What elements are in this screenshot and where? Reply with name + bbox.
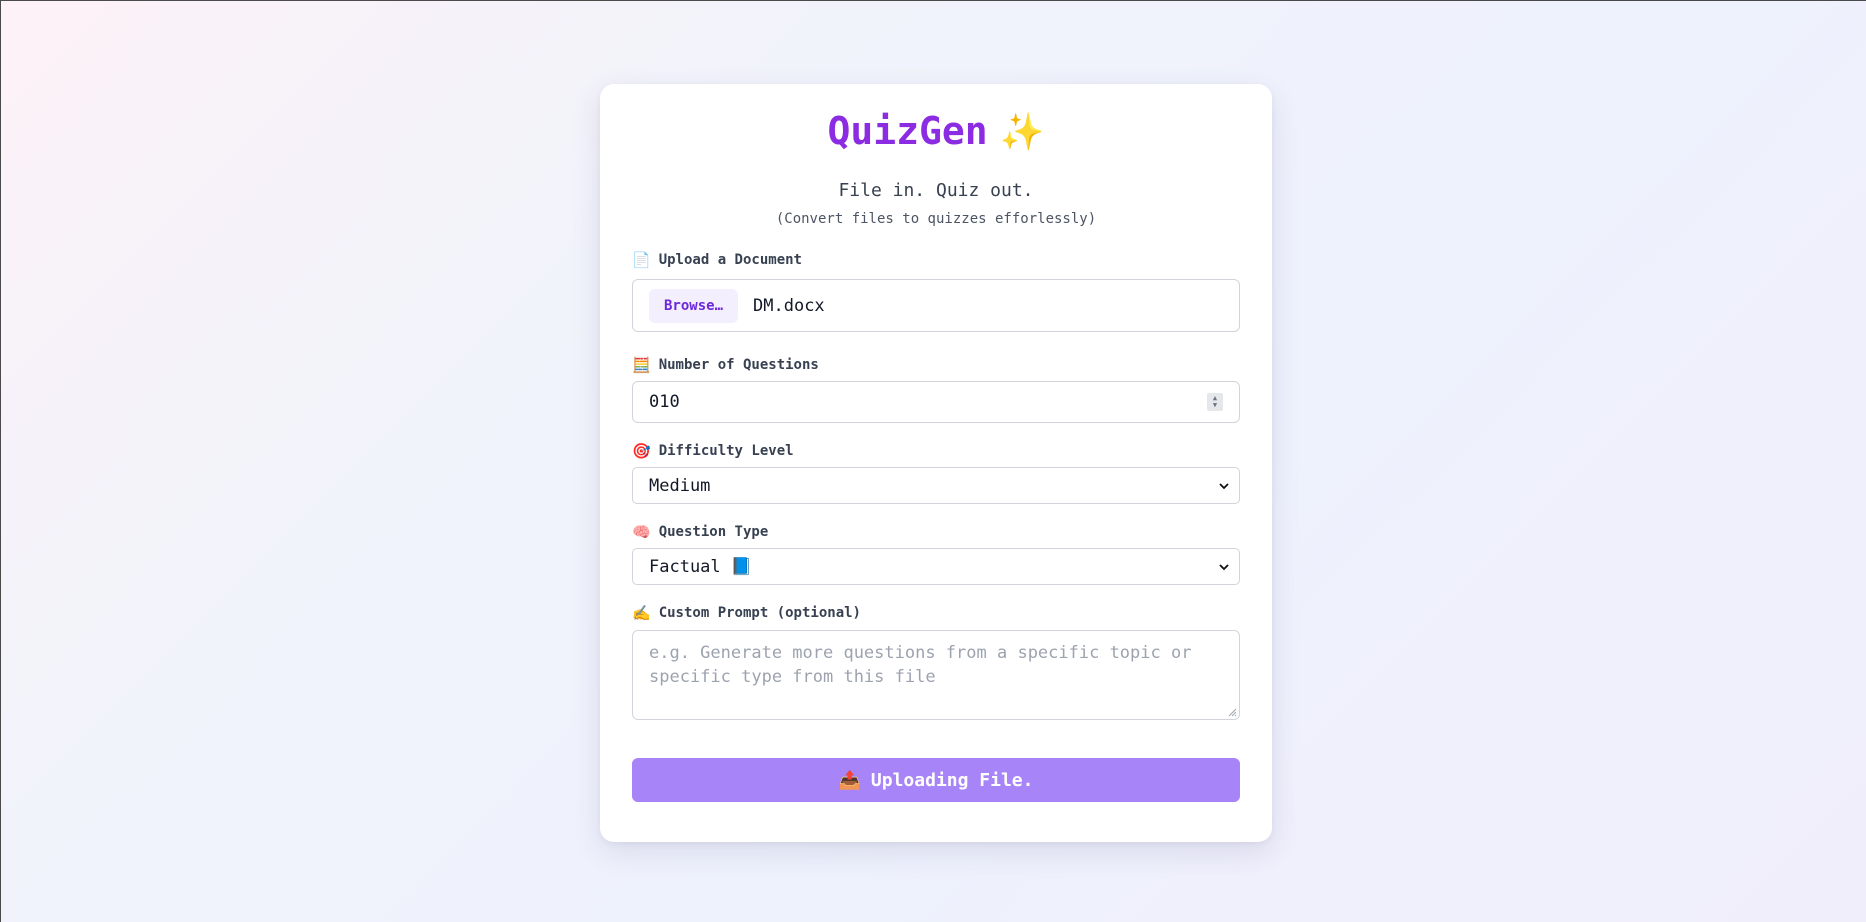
custom-prompt-section: ✍️ Custom Prompt (optional) e.g. Generat… [632, 604, 1240, 720]
app-title-text: QuizGen [827, 109, 988, 153]
upload-label: 📄 Upload a Document [632, 251, 1240, 269]
questions-label-text: Number of Questions [658, 357, 819, 373]
chevron-down-icon [1219, 563, 1229, 570]
difficulty-selected-value: Medium [649, 475, 711, 496]
stepper-down-icon[interactable]: ▼ [1213, 402, 1217, 409]
custom-prompt-label-text: Custom Prompt (optional) [658, 605, 861, 621]
tagline: File in. Quiz out. [838, 180, 1034, 201]
question-type-label: 🧠 Question Type [632, 523, 1240, 541]
question-type-label-text: Question Type [658, 524, 769, 540]
selected-file-name: DM.docx [753, 295, 825, 316]
brain-icon: 🧠 [632, 523, 651, 541]
upload-label-text: Upload a Document [658, 252, 802, 268]
app-title: QuizGen ✨ [632, 112, 1240, 151]
question-type-select[interactable]: Factual 📘 [632, 548, 1240, 585]
custom-prompt-label: ✍️ Custom Prompt (optional) [632, 604, 1240, 622]
difficulty-label: 🎯 Difficulty Level [632, 442, 1240, 460]
abacus-icon: 🧮 [632, 356, 651, 374]
target-icon: 🎯 [632, 442, 651, 460]
question-type-selected-value: Factual 📘 [649, 556, 753, 577]
resize-handle-icon[interactable] [1227, 707, 1237, 717]
difficulty-select[interactable]: Medium [632, 467, 1240, 504]
questions-section: 🧮 Number of Questions 010 ▲ ▼ [632, 356, 1240, 423]
browse-button[interactable]: Browse… [649, 288, 739, 323]
upload-section: 📄 Upload a Document Browse… DM.docx [632, 251, 1240, 332]
document-icon: 📄 [632, 251, 651, 269]
quiz-form-card: QuizGen ✨ File in. Quiz out. (Convert fil… [600, 84, 1272, 842]
submit-label: Uploading File. [870, 769, 1034, 791]
upload-submit-button[interactable]: 📤 Uploading File. [632, 758, 1240, 802]
outbox-icon: 📤 [838, 769, 861, 791]
question-count-input[interactable]: 010 ▲ ▼ [632, 381, 1240, 423]
questions-label: 🧮 Number of Questions [632, 356, 1240, 374]
file-upload-input[interactable]: Browse… DM.docx [632, 279, 1240, 332]
question-type-section: 🧠 Question Type Factual 📘 [632, 523, 1240, 585]
tagline-note: (Convert files to quizzes efforlessly) [775, 211, 1097, 227]
question-count-value: 010 [649, 392, 680, 412]
number-stepper[interactable]: ▲ ▼ [1207, 393, 1223, 411]
custom-prompt-placeholder: e.g. Generate more questions from a spec… [649, 643, 1192, 687]
custom-prompt-textarea[interactable]: e.g. Generate more questions from a spec… [632, 630, 1240, 720]
difficulty-label-text: Difficulty Level [658, 443, 794, 459]
writing-hand-icon: ✍️ [632, 604, 651, 622]
chevron-down-icon [1219, 482, 1229, 489]
sparkles-icon: ✨ [999, 112, 1045, 153]
difficulty-section: 🎯 Difficulty Level Medium [632, 442, 1240, 504]
